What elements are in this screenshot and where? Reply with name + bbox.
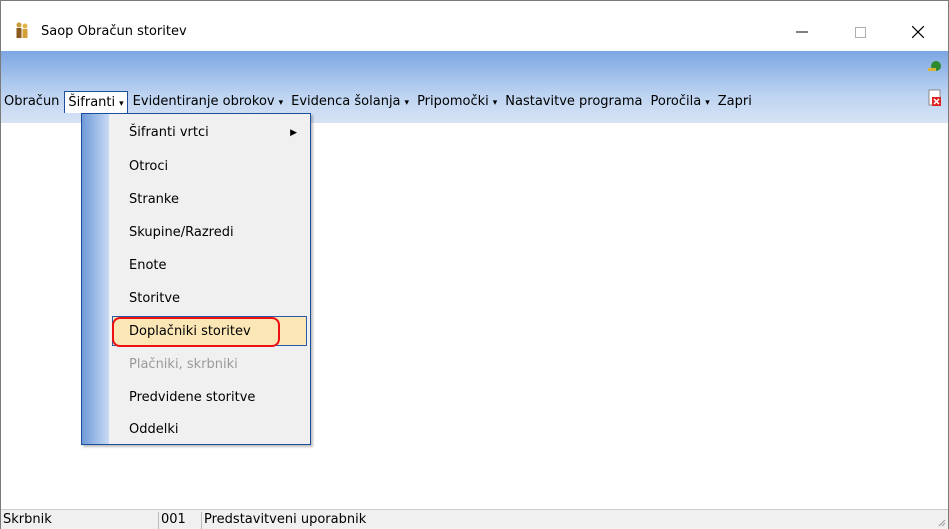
toolbar-right-icons: [926, 59, 946, 107]
menu-sifranti-label: Šifranti: [68, 95, 116, 110]
close-button[interactable]: [895, 13, 941, 51]
sifranti-dropdown-menu: Šifranti vrtci ▶ Otroci Stranke Skupine/…: [81, 113, 311, 445]
menu-side-stripe: [82, 114, 109, 444]
menu-pripomocki[interactable]: Pripomočki ▾: [414, 91, 500, 113]
status-bar: Skrbnik 001 Predstavitveni uporabnik: [1, 509, 948, 529]
status-user: Skrbnik: [3, 512, 52, 527]
menu-zapri-label: Zapri: [717, 94, 752, 109]
resize-grip-icon[interactable]: [936, 517, 946, 527]
title-bar: Saop Obračun storitev: [1, 1, 948, 51]
menu-item-label: Oddelki: [129, 422, 179, 437]
chevron-down-icon: ▾: [705, 98, 710, 108]
menu-porocila[interactable]: Poročila ▾: [648, 91, 713, 113]
menu-item-skupine-razredi[interactable]: Skupine/Razredi: [113, 218, 307, 248]
menu-pripomocki-label: Pripomočki: [417, 94, 489, 109]
menu-item-sifranti-vrtci[interactable]: Šifranti vrtci ▶: [113, 118, 307, 148]
menu-obracun-label: Obračun: [4, 94, 60, 109]
close-document-icon[interactable]: [926, 89, 944, 107]
menu-item-label: Stranke: [129, 192, 179, 207]
menu-item-placniki-skrbniki: Plačniki, skrbniki: [113, 350, 307, 380]
menu-nastavitve-label: Nastavitve programa: [505, 94, 643, 109]
menu-item-otroci[interactable]: Otroci: [113, 152, 307, 182]
minimize-button[interactable]: [779, 13, 825, 51]
status-code: 001: [158, 512, 201, 529]
menu-evidenca-label: Evidenca šolanja: [291, 94, 401, 109]
menu-item-oddelki[interactable]: Oddelki: [113, 415, 307, 445]
menu-item-label: Plačniki, skrbniki: [129, 357, 238, 372]
maximize-icon: [854, 26, 866, 38]
menu-sifranti[interactable]: Šifranti ▾: [64, 91, 128, 113]
close-icon: [912, 26, 924, 38]
menu-nastavitve-programa[interactable]: Nastavitve programa: [502, 91, 645, 113]
menu-item-label: Predvidene storitve: [129, 390, 256, 405]
menu-item-label: Skupine/Razredi: [129, 225, 234, 240]
menu-evidenca-solanja[interactable]: Evidenca šolanja ▾: [288, 91, 412, 113]
menu-item-stranke[interactable]: Stranke: [113, 185, 307, 215]
window-title: Saop Obračun storitev: [41, 24, 187, 39]
menu-porocila-label: Poročila: [650, 94, 702, 109]
key-person-icon[interactable]: [926, 59, 944, 77]
menu-item-storitve[interactable]: Storitve: [113, 284, 307, 314]
application-window: Saop Obračun storitev Obračun Šifranti ▾ …: [0, 0, 949, 529]
maximize-button[interactable]: [837, 13, 883, 51]
menu-evidentiranje-obrokov[interactable]: Evidentiranje obrokov ▾: [130, 91, 286, 113]
menu-evidentiranje-label: Evidentiranje obrokov: [132, 94, 275, 109]
menu-zapri[interactable]: Zapri: [715, 91, 755, 113]
menu-item-predvidene-storitve[interactable]: Predvidene storitve: [113, 383, 307, 413]
chevron-right-icon: ▶: [290, 128, 297, 138]
app-people-icon: [16, 22, 28, 38]
menu-item-label: Šifranti vrtci: [129, 125, 209, 140]
annotation-highlight-ring: [112, 317, 280, 347]
main-menubar: Obračun Šifranti ▾ Evidentiranje obrokov ▾…: [1, 90, 757, 114]
menu-item-enote[interactable]: Enote: [113, 251, 307, 281]
menu-item-label: Enote: [129, 258, 167, 273]
status-user-name: Predstavitveni uporabnik: [201, 512, 941, 529]
menu-item-label: Storitve: [129, 291, 181, 306]
chevron-down-icon: ▾: [119, 99, 124, 109]
chevron-down-icon: ▾: [278, 98, 284, 108]
chevron-down-icon: ▾: [492, 98, 498, 108]
menu-item-label: Otroci: [129, 159, 169, 174]
menu-obracun[interactable]: Obračun: [1, 91, 62, 113]
minimize-icon: [796, 31, 808, 33]
chevron-down-icon: ▾: [404, 98, 410, 108]
